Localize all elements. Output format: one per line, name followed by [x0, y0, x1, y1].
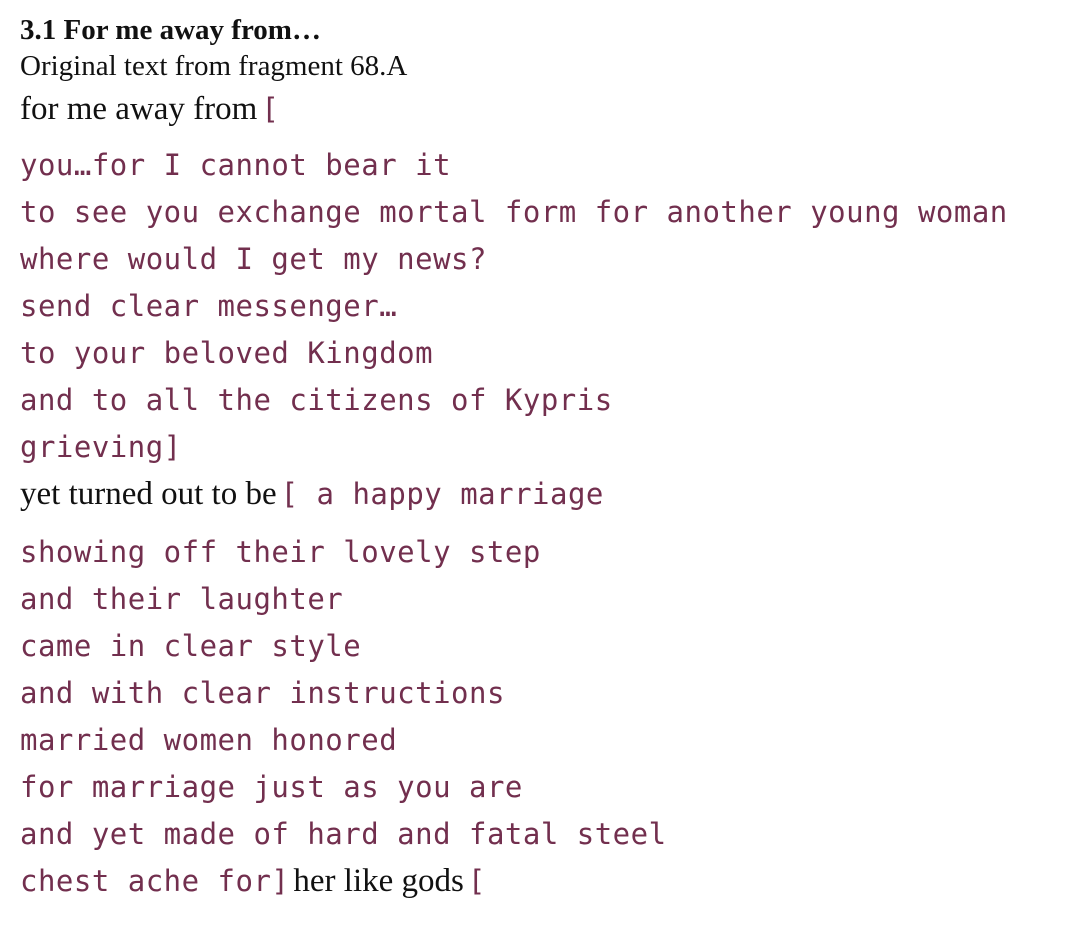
poem-text-mono: grieving] [20, 430, 182, 464]
poem-text-mono: to your beloved Kingdom [20, 336, 434, 370]
poem-line: and yet made of hard and fatal steel [20, 811, 1060, 858]
poem-text-mono: you…for I cannot bear it [20, 148, 452, 182]
poem-line: send clear messenger… [20, 283, 1060, 330]
poem-line: grieving] [20, 424, 1060, 471]
poem-text-mono: came in clear style [20, 629, 362, 663]
poem-line: chest ache for] her like gods [ [20, 858, 1060, 905]
poem-text-mono: married women honored [20, 723, 398, 757]
poem-text-serif: her like gods [293, 863, 464, 899]
poem-line: came in clear style [20, 623, 1060, 670]
poem-bracket: [ [261, 92, 280, 126]
poem-text-mono: and to all the citizens of Kypris [20, 383, 613, 417]
poem-line: where would I get my news? [20, 236, 1060, 283]
poem-line: showing off their lovely step [20, 529, 1060, 576]
poem-line: and to all the citizens of Kypris [20, 377, 1060, 424]
poem-line: to see you exchange mortal form for anot… [20, 189, 1060, 236]
poem-line: yet turned out to be [ a happy marriage [20, 471, 1060, 529]
poem-text-mono: [ a happy marriage [280, 477, 604, 511]
poem-text-mono: where would I get my news? [20, 242, 487, 276]
poem-line: for me away from [ [20, 86, 1060, 142]
poem-text-serif: for me away from [20, 91, 258, 127]
poem-text-mono: send clear messenger… [20, 289, 398, 323]
poem-line: for marriage just as you are [20, 764, 1060, 811]
poem-line: and with clear instructions [20, 670, 1060, 717]
poem-text-mono: chest ache for] [20, 864, 290, 898]
poem-text-mono: and with clear instructions [20, 676, 505, 710]
poem-text-serif: yet turned out to be [20, 476, 277, 512]
document-page: 3.1 For me away from… Original text from… [20, 12, 1060, 905]
poem-text-mono: and their laughter [20, 582, 344, 616]
poem-text-mono: and yet made of hard and fatal steel [20, 817, 667, 851]
poem-bracket: [ [467, 864, 486, 898]
section-subtitle: Original text from fragment 68.A [20, 50, 408, 82]
poem-line: you…for I cannot bear it [20, 142, 1060, 189]
poem-line: to your beloved Kingdom [20, 330, 1060, 377]
poem-text-mono: showing off their lovely step [20, 535, 541, 569]
poem-text-mono: for marriage just as you are [20, 770, 523, 804]
poem-line: and their laughter [20, 576, 1060, 623]
poem-text-mono: to see you exchange mortal form for anot… [20, 195, 1008, 229]
poem-line: married women honored [20, 717, 1060, 764]
section-title: 3.1 For me away from… [20, 14, 321, 46]
